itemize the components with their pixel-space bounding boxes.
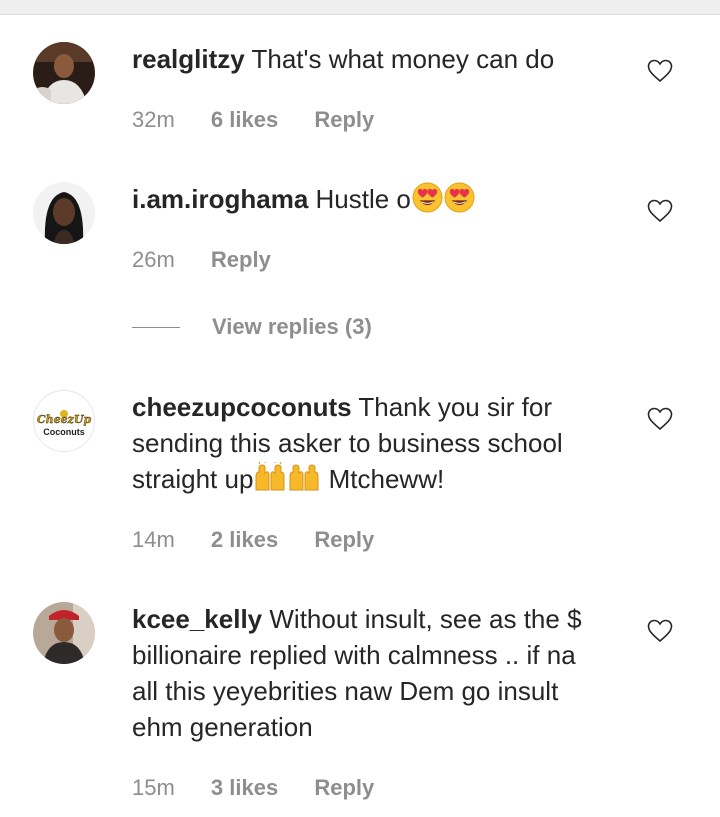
comment-username[interactable]: i.am.iroghama [132, 184, 308, 214]
comment-text-line2: sending this asker to business school [132, 428, 563, 458]
divider-line [132, 327, 180, 328]
woman-portrait-avatar [33, 182, 95, 244]
top-bar [0, 0, 720, 15]
comment-text-line1: Without insult, see as the $ [269, 604, 582, 634]
comment-text-line1: Thank you sir for [358, 392, 552, 422]
avatar-realglitzy[interactable] [33, 42, 95, 104]
reply-button[interactable]: Reply [314, 527, 374, 552]
comment-meta: 15m 3 likes Reply [132, 774, 404, 802]
heart-outline-icon[interactable] [647, 59, 673, 83]
logo-text-bottom: Coconuts [43, 427, 85, 437]
comment-body: kcee_kelly Without insult, see as the $ … [132, 601, 622, 745]
raised-hands-emoji [289, 464, 319, 491]
reply-button[interactable]: Reply [314, 107, 374, 132]
reply-button[interactable]: Reply [314, 775, 374, 800]
logo-text-top: CheezUp [37, 413, 92, 426]
comment-time: 14m [132, 527, 175, 552]
heart-eyes-emoji [412, 182, 443, 213]
heart-eyes-emoji [444, 182, 475, 213]
comment-text-line3: all this yeyebrities naw Dem go insult [132, 676, 559, 706]
comment-time: 15m [132, 775, 175, 800]
comment-text-line3: straight up [132, 464, 254, 494]
comment-likes[interactable]: 6 likes [211, 107, 278, 132]
comment-body: cheezupcoconuts Thank you sir for sendin… [132, 389, 622, 497]
comment-text-line4: ehm generation [132, 712, 313, 742]
raised-hands-emoji [255, 462, 285, 491]
cheezup-coconuts-logo: CheezUp Coconuts [34, 391, 94, 451]
avatar-kcee-kelly[interactable] [33, 602, 95, 664]
comment-likes[interactable]: 3 likes [211, 775, 278, 800]
heart-outline-icon[interactable] [647, 619, 673, 643]
comment-text: Hustle o [315, 184, 411, 214]
comment-text-line2: billionaire replied with calmness .. if … [132, 640, 576, 670]
comment-text: That's what money can do [251, 44, 555, 74]
heart-outline-icon[interactable] [647, 407, 673, 431]
avatar-cheezupcoconuts[interactable]: CheezUp Coconuts [33, 390, 95, 452]
comment-body: realglitzy That's what money can do [132, 41, 622, 77]
view-replies-label: View replies (3) [212, 314, 372, 339]
comment-time: 32m [132, 107, 175, 132]
comment-username[interactable]: realglitzy [132, 44, 245, 74]
man-in-white-shirt-avatar [33, 42, 95, 104]
heart-outline-icon[interactable] [647, 199, 673, 223]
comment-text-line3-end: Mtcheww! [321, 464, 445, 494]
comment-body: i.am.iroghama Hustle o [132, 181, 622, 217]
comment-username[interactable]: cheezupcoconuts [132, 392, 352, 422]
reply-button[interactable]: Reply [211, 247, 271, 272]
comment-meta: 26m Reply [132, 246, 301, 274]
comment-time: 26m [132, 247, 175, 272]
comment-meta: 32m 6 likes Reply [132, 106, 404, 134]
comment-username[interactable]: kcee_kelly [132, 604, 262, 634]
person-in-red-cap-avatar [33, 602, 95, 664]
avatar-iroghama[interactable] [33, 182, 95, 244]
comment-likes[interactable]: 2 likes [211, 527, 278, 552]
comment-meta: 14m 2 likes Reply [132, 526, 404, 554]
